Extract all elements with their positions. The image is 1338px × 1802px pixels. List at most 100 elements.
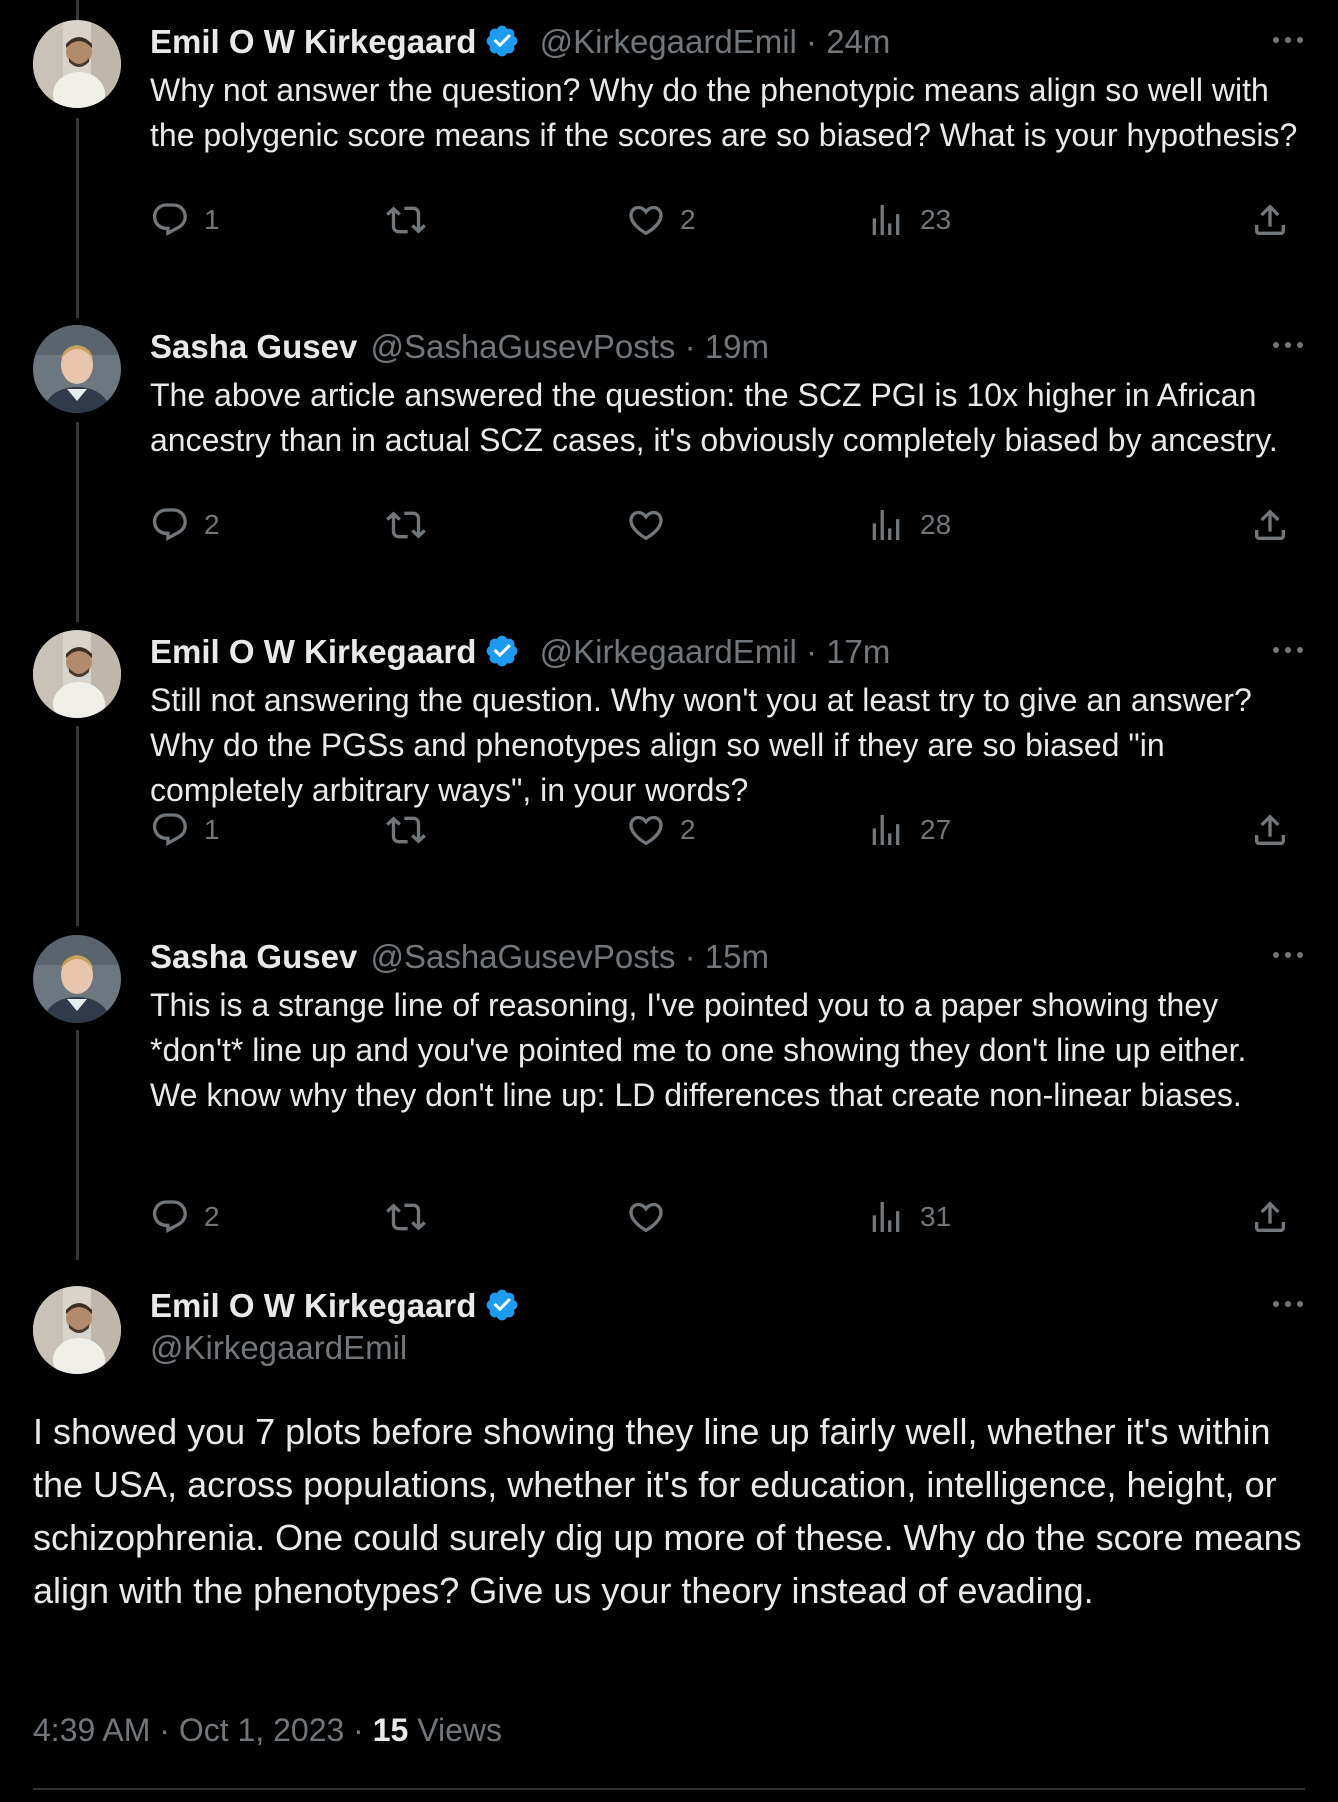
thread-line <box>76 422 79 622</box>
author-handle[interactable]: @KirkegaardEmil <box>150 1329 407 1366</box>
author-name[interactable]: Sasha Gusev <box>150 328 357 365</box>
retweet-icon <box>386 511 426 539</box>
like-icon <box>629 815 663 846</box>
retweet-button[interactable] <box>386 505 440 545</box>
more-icon[interactable] <box>1268 28 1308 52</box>
post-time[interactable]: 4:39 AM <box>33 1712 150 1748</box>
main-tweet-text: I showed you 7 plots before showing they… <box>33 1411 1302 1611</box>
post-date[interactable]: Oct 1, 2023 <box>179 1712 344 1748</box>
like-count: 2 <box>680 204 696 235</box>
timestamp[interactable]: 24m <box>826 23 890 60</box>
separator-dot: · <box>684 938 696 975</box>
reply-button[interactable]: 1 <box>150 200 220 240</box>
retweet-button[interactable] <box>386 200 440 240</box>
tweet-actions: 1 2 23 <box>150 200 1290 240</box>
divider <box>33 1788 1305 1790</box>
author-handle[interactable]: @SashaGusevPosts <box>370 938 675 975</box>
like-icon <box>629 205 663 236</box>
verified-icon <box>484 23 520 59</box>
separator-dot: · <box>159 1712 170 1748</box>
separator-dot: · <box>353 1712 364 1748</box>
reply-button[interactable]: 2 <box>150 505 220 545</box>
retweet-button[interactable] <box>386 810 440 850</box>
more-icon[interactable] <box>1268 943 1308 967</box>
verified-icon <box>484 1287 520 1323</box>
reply-count: 2 <box>204 509 220 540</box>
author-handle[interactable]: @KirkegaardEmil <box>540 23 797 60</box>
separator-dot: · <box>806 23 818 60</box>
share-button[interactable] <box>1250 1197 1304 1237</box>
thread-line <box>76 1030 79 1260</box>
avatar[interactable] <box>33 935 121 1023</box>
avatar[interactable] <box>33 1286 121 1374</box>
share-button[interactable] <box>1250 810 1304 850</box>
like-icon <box>629 1202 663 1233</box>
thread-line <box>76 726 79 926</box>
views-icon <box>872 510 900 540</box>
reply-icon <box>152 1200 187 1233</box>
tweet-text: The above article answered the question:… <box>150 377 1278 458</box>
share-button[interactable] <box>1250 200 1304 240</box>
reply-icon <box>152 203 187 236</box>
views-button[interactable]: 23 <box>866 200 951 240</box>
more-icon[interactable] <box>1268 638 1308 662</box>
like-button[interactable]: 2 <box>626 810 696 850</box>
views-button[interactable]: 27 <box>866 810 951 850</box>
views-button[interactable]: 31 <box>866 1197 951 1237</box>
share-icon <box>1255 814 1285 845</box>
views-icon <box>872 1202 900 1232</box>
retweet-icon <box>386 816 426 844</box>
avatar[interactable] <box>33 630 121 718</box>
separator-dot: · <box>806 633 818 670</box>
timestamp[interactable]: 17m <box>826 633 890 670</box>
tweet-actions: 2 31 <box>150 1197 1290 1237</box>
tweet-text: Still not answering the question. Why wo… <box>150 682 1252 808</box>
like-button[interactable] <box>626 1197 680 1237</box>
views-count: 31 <box>920 1201 952 1232</box>
more-icon[interactable] <box>1268 333 1308 357</box>
reply-count: 1 <box>204 204 220 235</box>
more-icon[interactable] <box>1268 1292 1308 1316</box>
views-label: Views <box>417 1712 502 1748</box>
share-button[interactable] <box>1250 505 1304 545</box>
thread-line <box>76 0 79 20</box>
views-number: 15 <box>372 1712 409 1748</box>
share-icon <box>1255 1201 1285 1232</box>
tweet-meta: 4:39 AM · Oct 1, 2023 · 15 Views <box>33 1712 502 1749</box>
author-name[interactable]: Sasha Gusev <box>150 938 357 975</box>
author-name[interactable]: Emil O W Kirkegaard <box>150 1287 476 1324</box>
views-count: 23 <box>920 204 952 235</box>
like-button[interactable] <box>626 505 680 545</box>
reply-count: 2 <box>204 1201 220 1232</box>
share-icon <box>1255 204 1285 235</box>
verified-icon <box>484 633 520 669</box>
tweet-text: This is a strange line of reasoning, I'v… <box>150 987 1247 1113</box>
avatar[interactable] <box>33 325 121 413</box>
reply-icon <box>152 813 187 846</box>
separator-dot: · <box>684 328 696 365</box>
reply-icon <box>152 508 187 541</box>
like-button[interactable]: 2 <box>626 200 696 240</box>
reply-button[interactable]: 1 <box>150 810 220 850</box>
views-button[interactable]: 28 <box>866 505 951 545</box>
tweet-actions: 2 28 <box>150 505 1290 545</box>
author-name[interactable]: Emil O W Kirkegaard <box>150 633 476 670</box>
views-count: 28 <box>920 509 952 540</box>
tweet-text: Why not answer the question? Why do the … <box>150 72 1298 153</box>
author-name[interactable]: Emil O W Kirkegaard <box>150 23 476 60</box>
thread-line <box>76 118 79 318</box>
views-icon <box>872 815 900 845</box>
retweet-icon <box>386 206 426 234</box>
share-icon <box>1255 509 1285 540</box>
retweet-icon <box>386 1203 426 1231</box>
author-handle[interactable]: @KirkegaardEmil <box>540 633 797 670</box>
timestamp[interactable]: 15m <box>705 938 769 975</box>
like-icon <box>629 510 663 541</box>
tweet-actions: 1 2 27 <box>150 810 1290 850</box>
retweet-button[interactable] <box>386 1197 440 1237</box>
timestamp[interactable]: 19m <box>705 328 769 365</box>
reply-button[interactable]: 2 <box>150 1197 220 1237</box>
views-count: 27 <box>920 814 952 845</box>
author-handle[interactable]: @SashaGusevPosts <box>370 328 675 365</box>
avatar[interactable] <box>33 20 121 108</box>
